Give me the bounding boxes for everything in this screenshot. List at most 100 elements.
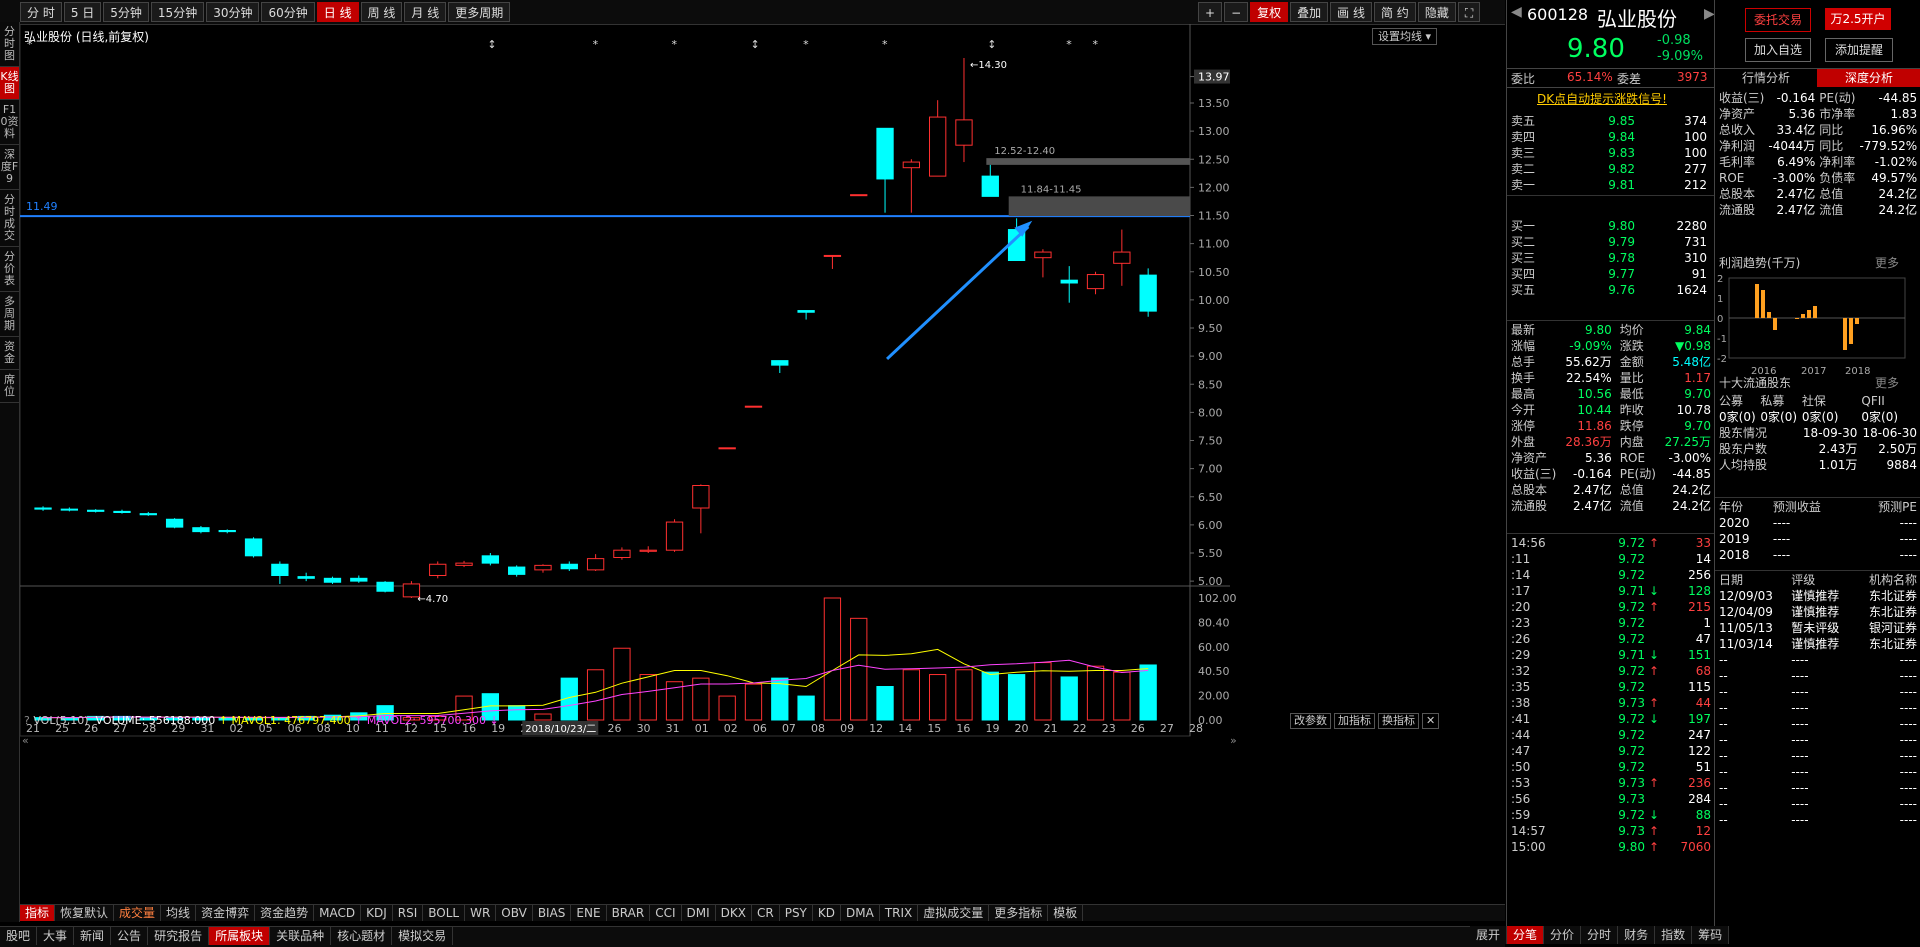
left-nav-item[interactable]: 分价表 [0,247,19,292]
order-row[interactable]: 卖二 9.82 277 [1509,161,1709,177]
bottom-right-tab[interactable]: 展开 [1470,926,1508,944]
indicator-tab[interactable]: 更多指标 [989,905,1049,921]
indicator-tab[interactable]: MACD [314,905,362,921]
bottom-tab[interactable]: 模拟交易 [392,927,454,945]
sell-orders: 卖五 9.85 374 卖四 9.84 100 卖三 9.83 100 卖二 9.82 277 卖一 9.… [1509,113,1709,193]
tab-market-analysis[interactable]: 行情分析 [1715,69,1817,87]
indicator-tab[interactable]: 成交量 [114,905,162,921]
order-level: 卖四 [1511,130,1536,144]
indicator-tab[interactable]: BRAR [607,905,651,921]
bottom-tab[interactable]: 研究报告 [148,927,210,945]
period-tab[interactable]: 月 线 [404,2,447,22]
bottom-right-tab[interactable]: 财务 [1618,926,1656,944]
bottom-right-tab[interactable]: 分时 [1581,926,1619,944]
period-tab[interactable]: 30分钟 [206,2,260,22]
indicator-tab[interactable]: 资金博弈 [196,905,256,921]
period-tab[interactable]: 分 时 [20,2,62,22]
left-nav-item[interactable]: 席位 [0,370,19,403]
indicator-tab[interactable]: DKX [716,905,752,921]
dk-signal-link[interactable]: DK点自动提示涨跌信号! [1537,90,1667,107]
indicator-tab[interactable]: 资金趋势 [255,905,315,921]
close-icon[interactable]: ✕ [1422,713,1440,729]
indicator-tab[interactable]: WR [465,905,497,921]
left-nav-item[interactable]: 分时成交 [0,190,19,247]
period-tab[interactable]: 5分钟 [103,2,149,22]
bottom-tab[interactable]: 大事 [37,927,75,945]
indicator-tab[interactable]: 虚拟成交量 [918,905,990,921]
order-row[interactable]: 买三 9.78 310 [1509,250,1709,266]
order-row[interactable]: 卖三 9.83 100 [1509,145,1709,161]
toolbar-button[interactable]: − [1224,2,1249,22]
indicator-tab[interactable]: PSY [780,905,813,921]
holders-more-link[interactable]: 更多 [1875,374,1899,391]
forecast-cell: ---- [1772,532,1791,546]
indicator-tab[interactable]: BOLL [423,905,466,921]
indicator-tab[interactable]: TRIX [880,905,919,921]
toolbar-button[interactable]: 叠加 [1290,2,1329,22]
kline-chart[interactable]: 13.97 13.50 13.00 12.50 12.00 11.50 11.00 10.50… [20,24,1505,914]
left-nav-item[interactable]: 深度F9 [0,145,19,190]
toolbar-button[interactable]: + [1198,2,1223,22]
bottom-right-tab[interactable]: 分价 [1544,926,1582,944]
stat-label: 涨停 [1511,419,1536,433]
order-row[interactable]: 卖五 9.85 374 [1509,113,1709,129]
bottom-tab[interactable]: 关联品种 [270,927,332,945]
order-row[interactable]: 卖四 9.84 100 [1509,129,1709,145]
left-nav-item[interactable]: 多周期 [0,292,19,337]
order-volume: 91 [1691,267,1707,281]
indicator-tab[interactable]: ENE [571,905,607,921]
left-nav-item[interactable]: K线图 [0,67,19,100]
indicator-tab[interactable]: 模板 [1048,905,1084,921]
bottom-right-tab[interactable]: 筹码 [1692,926,1730,944]
toolbar-button[interactable]: 画 线 [1330,2,1372,22]
indicator-tab[interactable]: OBV [496,905,533,921]
bottom-tab[interactable]: 所属板块 [209,927,271,945]
toolbar-button[interactable]: 隐藏 [1417,2,1456,22]
left-nav-item[interactable]: 资金 [0,337,19,370]
left-nav-item[interactable]: F10资料 [0,100,19,145]
indicator-tab[interactable]: BIAS [533,905,572,921]
period-tab[interactable]: 更多周期 [448,2,511,22]
indicator-tab[interactable]: DMA [841,905,880,921]
fullscreen-icon[interactable]: ⛶ [1457,2,1481,22]
order-row[interactable]: 买五 9.76 1624 [1509,282,1709,298]
toolbar-button[interactable]: 简 约 [1373,2,1416,22]
bottom-tab[interactable]: 核心题材 [331,927,393,945]
bottom-tab[interactable]: 公告 [111,927,149,945]
add-watchlist-button[interactable]: 加入自选 [1745,38,1811,62]
indicator-tab[interactable]: 恢复默认 [55,905,115,921]
order-row[interactable]: 卖一 9.81 212 [1509,177,1709,193]
open-account-button[interactable]: 万2.5开户 [1825,8,1891,30]
period-tab[interactable]: 周 线 [360,2,403,22]
indicator-tab[interactable]: 均线 [161,905,197,921]
volume-button[interactable]: 换指标 [1378,713,1419,729]
order-row[interactable]: 买二 9.79 731 [1509,234,1709,250]
bottom-tab[interactable]: 新闻 [74,927,112,945]
trade-button[interactable]: 委托交易 [1745,8,1811,32]
bottom-right-tab[interactable]: 指数 [1655,926,1693,944]
tab-depth-analysis[interactable]: 深度分析 [1817,69,1920,87]
toolbar-button[interactable]: 复权 [1250,2,1289,22]
indicator-tab[interactable]: CCI [650,905,682,921]
volume-button[interactable]: 改参数 [1290,713,1331,729]
volume-button[interactable]: 加指标 [1334,713,1375,729]
tick-direction-icon [1647,567,1665,583]
bottom-tab[interactable]: 股吧 [0,927,38,945]
period-tab[interactable]: 5 日 [63,2,102,22]
add-alert-button[interactable]: 添加提醒 [1825,38,1893,62]
stat-value: 9.80 [1585,323,1612,337]
indicator-tab[interactable]: KDJ [361,905,393,921]
order-row[interactable]: 买一 9.80 2280 [1509,218,1709,234]
period-tab[interactable]: 60分钟 [261,2,315,22]
left-nav-item[interactable]: 分时图 [0,22,19,67]
prev-stock-icon[interactable]: ◀ [1511,4,1522,20]
period-tab[interactable]: 日 线 [316,2,359,22]
indicator-tab[interactable]: 指标 [20,905,56,921]
indicator-tab[interactable]: KD [813,905,841,921]
indicator-tab[interactable]: RSI [393,905,424,921]
period-tab[interactable]: 15分钟 [150,2,205,22]
indicator-tab[interactable]: DMI [682,905,716,921]
order-row[interactable]: 买四 9.77 91 [1509,266,1709,282]
bottom-right-tab[interactable]: 分笔 [1507,926,1545,944]
indicator-tab[interactable]: CR [752,905,780,921]
